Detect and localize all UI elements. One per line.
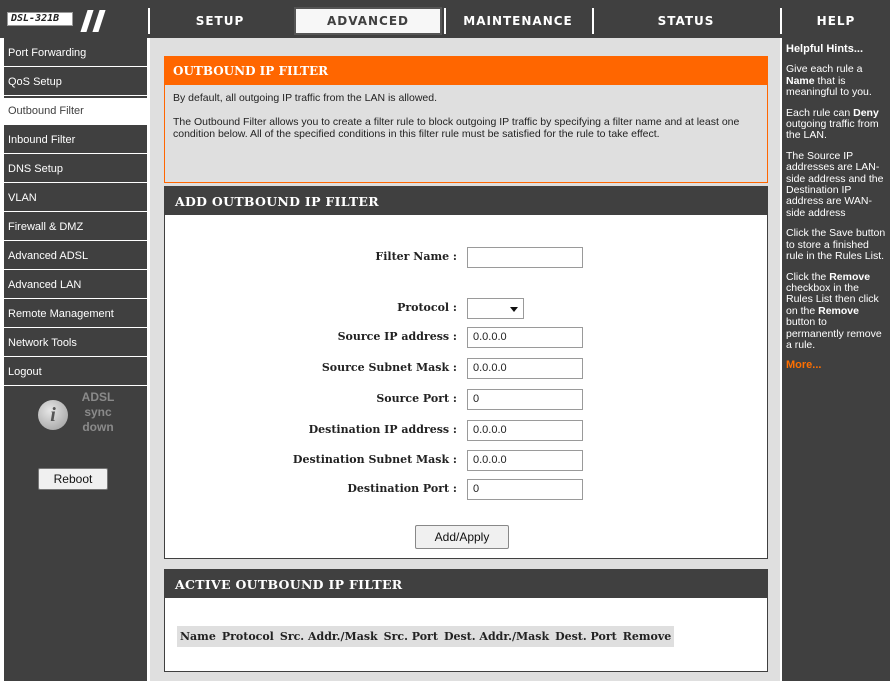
sidebar-item-advanced-adsl[interactable]: Advanced ADSL — [4, 243, 147, 270]
intro-panel: OUTBOUND IP FILTER By default, all outgo… — [164, 56, 768, 183]
hint-remove: Click the Remove checkbox in the Rules L… — [786, 270, 887, 352]
page-title: OUTBOUND IP FILTER — [165, 57, 767, 85]
hint-text: Give each rule a — [786, 63, 863, 76]
sidebar-item-remote-management[interactable]: Remote Management — [4, 301, 147, 328]
adsl-status-line: ADSL — [81, 390, 115, 404]
source-mask-input[interactable]: 0.0.0.0 — [467, 358, 583, 379]
column-header-protocol: Protocol — [218, 626, 277, 647]
table-header-row: Name Protocol Src. Addr./Mask Src. Port … — [177, 626, 675, 647]
dest-mask-label: Destination Subnet Mask : — [292, 453, 457, 466]
dest-port-input[interactable]: 0 — [467, 479, 583, 500]
intro-paragraph: The Outbound Filter allows you to create… — [173, 116, 740, 140]
logo-stripe — [80, 10, 94, 32]
add-apply-button[interactable]: Add/Apply — [415, 525, 509, 549]
dest-ip-row: Destination IP address : 0.0.0.0 — [165, 420, 767, 442]
protocol-select[interactable] — [467, 298, 524, 319]
sidebar-item-firewall-dmz[interactable]: Firewall & DMZ — [4, 214, 147, 241]
source-ip-input[interactable]: 0.0.0.0 — [467, 327, 583, 348]
source-ip-row: Source IP address : 0.0.0.0 — [165, 327, 767, 349]
sidebar-item-inbound-filter[interactable]: Inbound Filter — [4, 127, 147, 154]
helpful-hints-panel: Helpful Hints... Give each rule a Name t… — [782, 38, 890, 681]
protocol-label: Protocol : — [397, 301, 457, 314]
filter-name-row: Filter Name : — [165, 247, 767, 269]
adsl-status-line: sync — [84, 405, 112, 419]
sidebar-item-logout[interactable]: Logout — [4, 359, 147, 386]
tab-status[interactable]: STATUS — [592, 8, 778, 34]
chevron-down-icon — [510, 307, 518, 312]
source-mask-label: Source Subnet Mask : — [321, 361, 457, 374]
dest-ip-input[interactable]: 0.0.0.0 — [467, 420, 583, 441]
intro-paragraph: By default, all outgoing IP traffic from… — [173, 92, 438, 104]
more-link[interactable]: More... — [786, 359, 887, 371]
hint-deny: Each rule can Deny outgoing traffic from… — [786, 106, 887, 142]
sidebar-item-network-tools[interactable]: Network Tools — [4, 330, 147, 357]
source-mask-row: Source Subnet Mask : 0.0.0.0 — [165, 358, 767, 380]
adsl-status-line: down — [82, 420, 114, 434]
hint-save: Click the Save button to store a finishe… — [786, 227, 886, 263]
tab-setup[interactable]: SETUP — [148, 8, 290, 34]
adsl-status-text: ADSL sync down — [78, 390, 118, 435]
sidebar-item-advanced-lan[interactable]: Advanced LAN — [4, 272, 147, 299]
sidebar-item-port-forwarding[interactable]: Port Forwarding — [4, 40, 147, 67]
sidebar: Port Forwarding QoS Setup Outbound Filte… — [4, 38, 147, 681]
model-name: DSL-321B — [7, 12, 73, 26]
tab-advanced[interactable]: ADVANCED — [294, 7, 442, 35]
hint-text: Click the — [786, 270, 830, 283]
column-header-dest-port: Dest. Port — [552, 626, 620, 647]
protocol-row: Protocol : — [165, 298, 767, 320]
adsl-status-widget: i ADSL sync down — [32, 390, 132, 440]
info-icon: i — [38, 400, 68, 430]
hint-addresses: The Source IP addresses are LAN-side add… — [786, 149, 884, 219]
hint-text: outgoing traffic from the LAN. — [786, 118, 879, 142]
filter-name-label: Filter Name : — [375, 250, 457, 263]
source-port-label: Source Port : — [376, 392, 457, 405]
column-header-src-port: Src. Port — [380, 626, 441, 647]
active-filter-panel: ACTIVE OUTBOUND IP FILTER Name Protocol … — [164, 569, 768, 672]
top-navigation-bar: DSL-321B SETUP ADVANCED MAINTENANCE STAT… — [0, 0, 890, 38]
sidebar-item-outbound-filter[interactable]: Outbound Filter — [4, 98, 147, 125]
logo-stripe — [92, 10, 106, 32]
dest-mask-row: Destination Subnet Mask : 0.0.0.0 — [165, 450, 767, 472]
hint-keyword: Remove — [818, 304, 859, 317]
sidebar-item-vlan[interactable]: VLAN — [4, 185, 147, 212]
dest-ip-label: Destination IP address : — [308, 423, 457, 436]
hint-name: Give each rule a Name that is meaningful… — [786, 64, 887, 98]
dest-port-label: Destination Port : — [347, 482, 457, 495]
dest-mask-input[interactable]: 0.0.0.0 — [467, 450, 583, 471]
sidebar-item-dns-setup[interactable]: DNS Setup — [4, 156, 147, 183]
dest-port-row: Destination Port : 0 — [165, 479, 767, 501]
main-content: OUTBOUND IP FILTER By default, all outgo… — [150, 38, 780, 681]
hint-text: button to permanently remove a rule. — [786, 316, 882, 351]
rules-table: Name Protocol Src. Addr./Mask Src. Port … — [177, 626, 675, 647]
source-port-input[interactable]: 0 — [467, 389, 583, 410]
hint-keyword: Name — [786, 74, 815, 87]
hint-keyword: Deny — [853, 106, 879, 119]
column-header-name: Name — [177, 626, 219, 647]
tab-maintenance[interactable]: MAINTENANCE — [444, 8, 590, 34]
column-header-src-addr: Src. Addr./Mask — [276, 626, 381, 647]
sidebar-item-qos-setup[interactable]: QoS Setup — [4, 69, 147, 96]
brand-logo: DSL-321B — [4, 4, 146, 34]
intro-description: By default, all outgoing IP traffic from… — [165, 85, 767, 159]
reboot-button[interactable]: Reboot — [38, 468, 108, 490]
tab-help[interactable]: HELP — [780, 8, 890, 34]
source-port-row: Source Port : 0 — [165, 389, 767, 411]
filter-name-input[interactable] — [467, 247, 583, 268]
add-filter-panel: ADD OUTBOUND IP FILTER Filter Name : Pro… — [164, 186, 768, 559]
active-filter-title: ACTIVE OUTBOUND IP FILTER — [165, 570, 767, 598]
hints-title: Helpful Hints... — [786, 43, 863, 55]
column-header-remove: Remove — [619, 626, 675, 647]
column-header-dest-addr: Dest. Addr./Mask — [440, 626, 553, 647]
source-ip-label: Source IP address : — [337, 330, 457, 343]
hint-keyword: Remove — [829, 270, 871, 283]
hint-text: Each rule can — [786, 106, 854, 119]
add-filter-title: ADD OUTBOUND IP FILTER — [165, 187, 767, 215]
